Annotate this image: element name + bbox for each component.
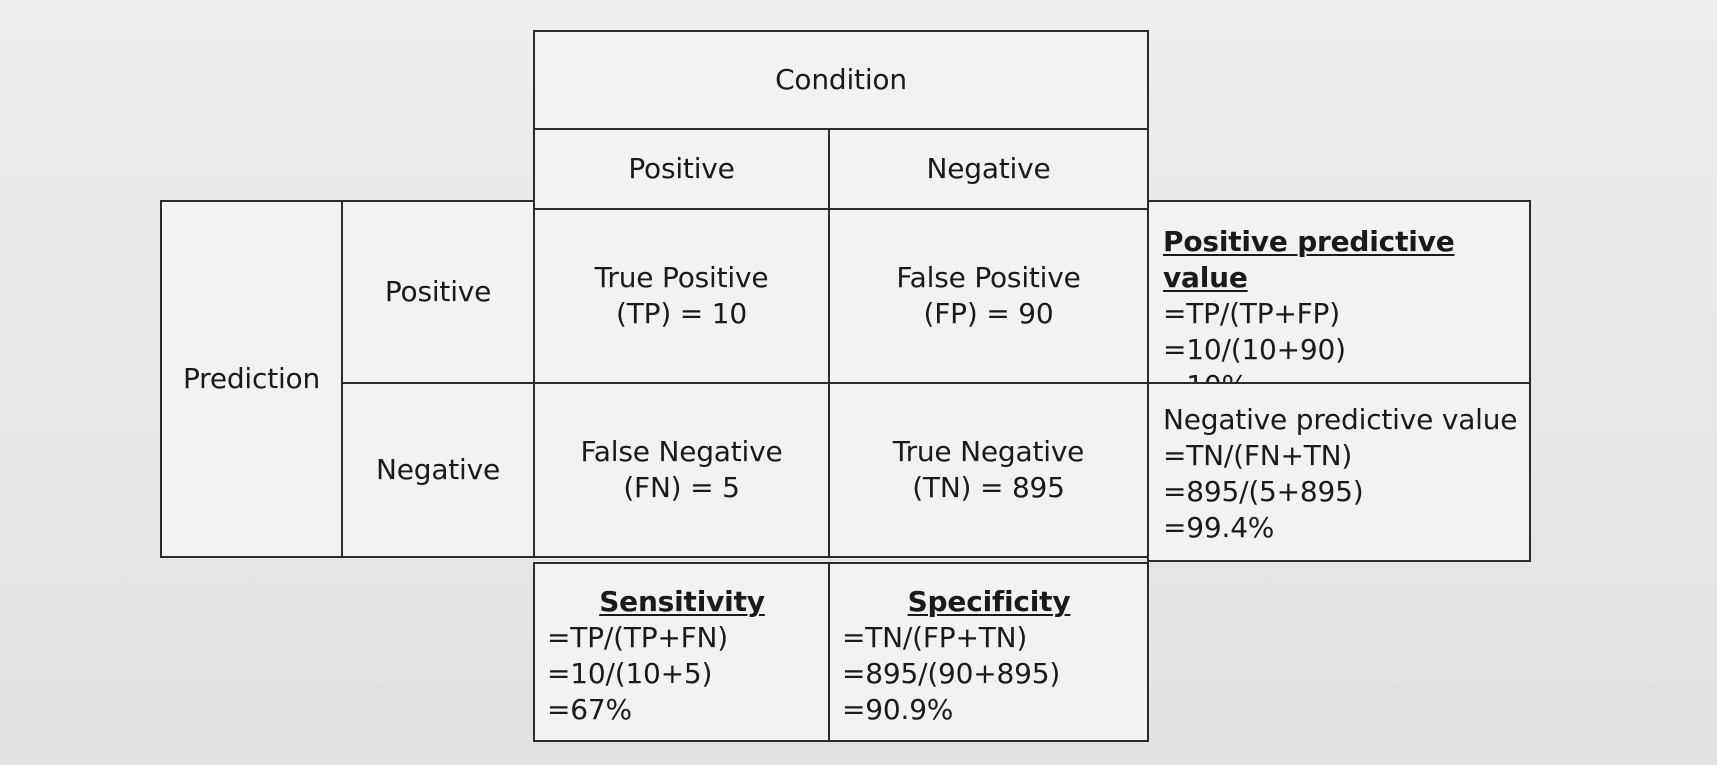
prediction-positive-cell: Positive	[341, 200, 535, 384]
condition-positive-label: Positive	[628, 152, 735, 185]
prediction-positive-label: Positive	[384, 275, 492, 308]
ppv-cell: Positive predictive value =TP/(TP+FP) =1…	[1147, 200, 1531, 402]
specificity-cell: Specificity =TN/(FP+TN) =895/(90+895) =9…	[828, 562, 1149, 742]
sensitivity-line: =TP/(TP+FN)	[547, 621, 729, 654]
condition-header-cell: Condition	[533, 30, 1149, 130]
specificity-line: =TN/(FP+TN)	[842, 621, 1028, 654]
npv-cell: Negative predictive value =TN/(FN+TN) =8…	[1147, 382, 1531, 562]
fn-line1: False Negative	[580, 435, 783, 468]
false-negative-cell: False Negative (FN) = 5	[533, 382, 830, 558]
sensitivity-line: =67%	[547, 693, 632, 726]
npv-line: =99.4%	[1163, 511, 1275, 544]
ppv-formula: Positive predictive value =TP/(TP+FP) =1…	[1163, 224, 1529, 404]
false-positive-cell: False Positive (FP) = 90	[828, 208, 1149, 384]
sensitivity-cell: Sensitivity =TP/(TP+FN) =10/(10+5) =67%	[533, 562, 830, 742]
true-positive-cell: True Positive (TP) = 10	[533, 208, 830, 384]
specificity-formula: Specificity =TN/(FP+TN) =895/(90+895) =9…	[842, 584, 1136, 728]
fn-line2: (FN) = 5	[623, 471, 740, 504]
sensitivity-line: =10/(10+5)	[547, 657, 713, 690]
specificity-title: Specificity	[907, 585, 1071, 618]
ppv-title: Positive predictive value	[1163, 225, 1455, 294]
fp-line1: False Positive	[896, 261, 1081, 294]
prediction-label: Prediction	[182, 362, 321, 395]
condition-negative-cell: Negative	[828, 128, 1149, 210]
tp-line2: (TP) = 10	[616, 297, 747, 330]
true-negative-cell: True Negative (TN) = 895	[828, 382, 1149, 558]
sensitivity-formula: Sensitivity =TP/(TP+FN) =10/(10+5) =67%	[547, 584, 817, 728]
ppv-line: =TP/(TP+FP)	[1163, 297, 1340, 330]
prediction-negative-label: Negative	[375, 453, 501, 486]
npv-formula: Negative predictive value =TN/(FN+TN) =8…	[1163, 402, 1518, 546]
tp-line1: True Positive	[594, 261, 769, 294]
prediction-negative-cell: Negative	[341, 382, 535, 558]
specificity-line: =90.9%	[842, 693, 954, 726]
tn-line2: (TN) = 895	[912, 471, 1065, 504]
specificity-line: =895/(90+895)	[842, 657, 1061, 690]
prediction-label-cell: Prediction	[160, 200, 343, 558]
condition-label: Condition	[775, 63, 907, 96]
condition-negative-label: Negative	[926, 152, 1051, 185]
npv-title: Negative predictive value	[1163, 403, 1518, 436]
condition-positive-cell: Positive	[533, 128, 830, 210]
npv-line: =895/(5+895)	[1163, 475, 1364, 508]
sensitivity-title: Sensitivity	[599, 585, 765, 618]
tn-line1: True Negative	[892, 435, 1085, 468]
fp-line2: (FP) = 90	[923, 297, 1054, 330]
npv-line: =TN/(FN+TN)	[1163, 439, 1353, 472]
ppv-line: =10/(10+90)	[1163, 333, 1346, 366]
